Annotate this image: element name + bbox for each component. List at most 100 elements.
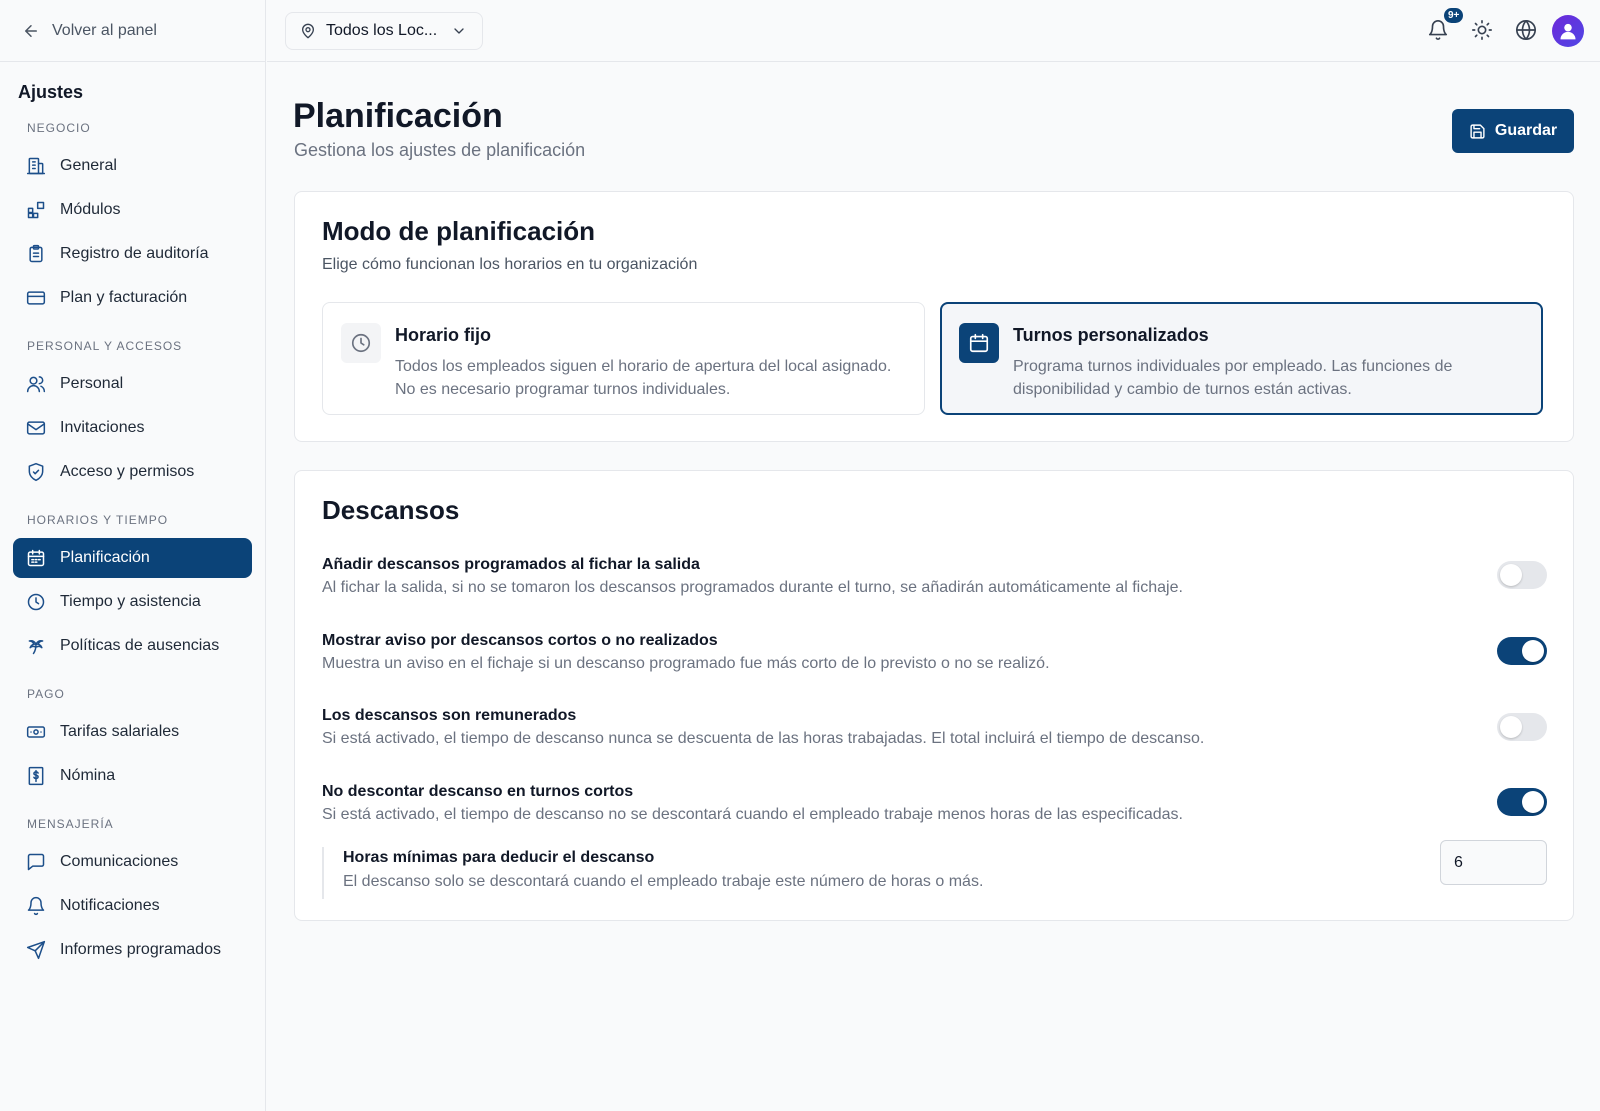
chevron-down-icon [451, 23, 467, 39]
building-icon [26, 156, 46, 176]
card-subtitle: Elige cómo funcionan los horarios en tu … [322, 256, 698, 273]
calendar-icon [959, 323, 999, 363]
sidebar-item-billing[interactable]: Plan y facturación [13, 278, 252, 318]
sidebar-item-notifications[interactable]: Notificaciones [13, 886, 252, 926]
sidebar: Volver al panel Ajustes NEGOCIO General … [0, 0, 266, 1111]
user-icon [1558, 21, 1578, 41]
sidebar-item-label: Plan y facturación [60, 289, 188, 306]
sidebar-item-personal[interactable]: Personal [13, 364, 252, 404]
mode-option-custom-shifts[interactable]: Turnos personalizados Programa turnos in… [940, 302, 1543, 415]
sun-icon[interactable] [1471, 19, 1493, 41]
message-square-icon [26, 852, 46, 872]
setting-title: No descontar descanso en turnos cortos [322, 783, 634, 800]
sidebar-item-absence-policies[interactable]: Políticas de ausencias [13, 626, 252, 666]
toggle-knob [1500, 564, 1522, 586]
sidebar-item-audit-log[interactable]: Registro de auditoría [13, 234, 252, 274]
page-title: Planificación [293, 97, 503, 135]
sidebar-item-label: Invitaciones [60, 419, 145, 436]
back-to-dashboard-link[interactable]: Volver al panel [0, 0, 265, 62]
mail-icon [26, 418, 46, 438]
toggle-knob [1500, 716, 1522, 738]
top-bar: Todos los Loc... [267, 0, 1600, 62]
sidebar-item-communications[interactable]: Comunicaciones [13, 842, 252, 882]
card-title: Descansos [322, 495, 460, 525]
sidebar-item-label: Módulos [60, 201, 121, 218]
sidebar-item-label: Nómina [60, 767, 116, 784]
section-label-horarios: HORARIOS Y TIEMPO [27, 513, 169, 527]
save-button[interactable]: Guardar [1452, 109, 1574, 153]
location-label: Todos los Loc... [326, 22, 438, 39]
toggle-knob [1522, 640, 1544, 662]
clipboard-icon [26, 244, 46, 264]
globe-icon[interactable] [1515, 19, 1537, 41]
setting-title: Horas mínimas para deducir el descanso [343, 849, 655, 866]
section-label-pago: PAGO [27, 687, 65, 701]
sidebar-item-label: Registro de auditoría [60, 245, 209, 262]
scheduling-mode-card: Modo de planificación Elige cómo funcion… [294, 191, 1574, 442]
receipt-icon [26, 766, 46, 786]
bell-icon [26, 896, 46, 916]
clock-icon [26, 592, 46, 612]
page-subtitle: Gestiona los ajustes de planificación [294, 140, 586, 160]
sidebar-item-scheduled-reports[interactable]: Informes programados [13, 930, 252, 970]
mode-option-title: Turnos personalizados [1013, 325, 1209, 345]
section-label-mensajeria: MENSAJERÍA [27, 817, 114, 831]
min-hours-setting: Horas mínimas para deducir el descanso E… [322, 847, 1522, 899]
sidebar-item-label: Planificación [60, 549, 150, 566]
sidebar-item-general[interactable]: General [13, 146, 252, 186]
mode-option-description: Todos los empleados siguen el horario de… [395, 358, 892, 398]
sidebar-item-payroll[interactable]: Nómina [13, 756, 252, 796]
mode-option-description: Programa turnos individuales por emplead… [1013, 358, 1453, 398]
banknote-icon [26, 722, 46, 742]
card-title: Modo de planificación [322, 216, 596, 246]
calendar-icon [26, 548, 46, 568]
sidebar-item-time-attendance[interactable]: Tiempo y asistencia [13, 582, 252, 622]
sidebar-item-label: Tiempo y asistencia [60, 593, 201, 610]
setting-title: Añadir descansos programados al fichar l… [322, 556, 700, 573]
mode-option-fixed[interactable]: Horario fijo Todos los empleados siguen … [322, 302, 925, 415]
modules-icon [26, 200, 46, 220]
toggle-paid-breaks[interactable] [1497, 713, 1547, 741]
setting-description: Si está activado, el tiempo de descanso … [322, 806, 1183, 823]
sidebar-item-modulos[interactable]: Módulos [13, 190, 252, 230]
min-hours-input[interactable] [1440, 840, 1547, 885]
sidebar-item-access[interactable]: Acceso y permisos [13, 452, 252, 492]
sidebar-item-invitaciones[interactable]: Invitaciones [13, 408, 252, 448]
setting-title: Los descansos son remunerados [322, 707, 577, 724]
sidebar-title: Ajustes [18, 82, 84, 102]
sidebar-item-label: Notificaciones [60, 897, 160, 914]
setting-description: Al fichar la salida, si no se tomaron lo… [322, 579, 1183, 596]
map-pin-icon [300, 23, 316, 39]
sidebar-item-label: Personal [60, 375, 124, 392]
setting-description: El descanso solo se descontará cuando el… [343, 873, 984, 890]
toggle-no-deduct-short-shifts[interactable] [1497, 788, 1547, 816]
save-label: Guardar [1494, 122, 1558, 139]
toggle-auto-add-breaks[interactable] [1497, 561, 1547, 589]
section-label-personal: PERSONAL Y ACCESOS [27, 339, 183, 353]
location-select[interactable]: Todos los Loc... [285, 12, 483, 50]
sidebar-item-label: Políticas de ausencias [60, 637, 220, 654]
shield-check-icon [26, 462, 46, 482]
sidebar-item-label: Comunicaciones [60, 853, 179, 870]
palm-tree-icon [26, 636, 46, 656]
toggle-knob [1522, 791, 1544, 813]
sidebar-item-label: Tarifas salariales [60, 723, 180, 740]
setting-description: Si está activado, el tiempo de descanso … [322, 730, 1205, 747]
send-icon [26, 940, 46, 960]
back-label: Volver al panel [52, 21, 157, 39]
user-avatar[interactable] [1552, 15, 1584, 47]
setting-description: Muestra un aviso en el fichaje si un des… [322, 655, 1050, 672]
sidebar-item-label: Informes programados [60, 941, 221, 958]
section-label-negocio: NEGOCIO [27, 121, 91, 135]
sidebar-item-label: Acceso y permisos [60, 463, 195, 480]
sidebar-item-planificacion[interactable]: Planificación [13, 538, 252, 578]
sidebar-item-pay-rates[interactable]: Tarifas salariales [13, 712, 252, 752]
toggle-short-break-warning[interactable] [1497, 637, 1547, 665]
credit-card-icon [26, 288, 46, 308]
users-icon [26, 374, 46, 394]
save-icon [1469, 123, 1486, 140]
mode-option-title: Horario fijo [395, 325, 492, 345]
sidebar-item-label: General [60, 157, 117, 174]
breaks-card: Descansos Añadir descansos programados a… [294, 470, 1574, 921]
arrow-left-icon [22, 22, 40, 40]
